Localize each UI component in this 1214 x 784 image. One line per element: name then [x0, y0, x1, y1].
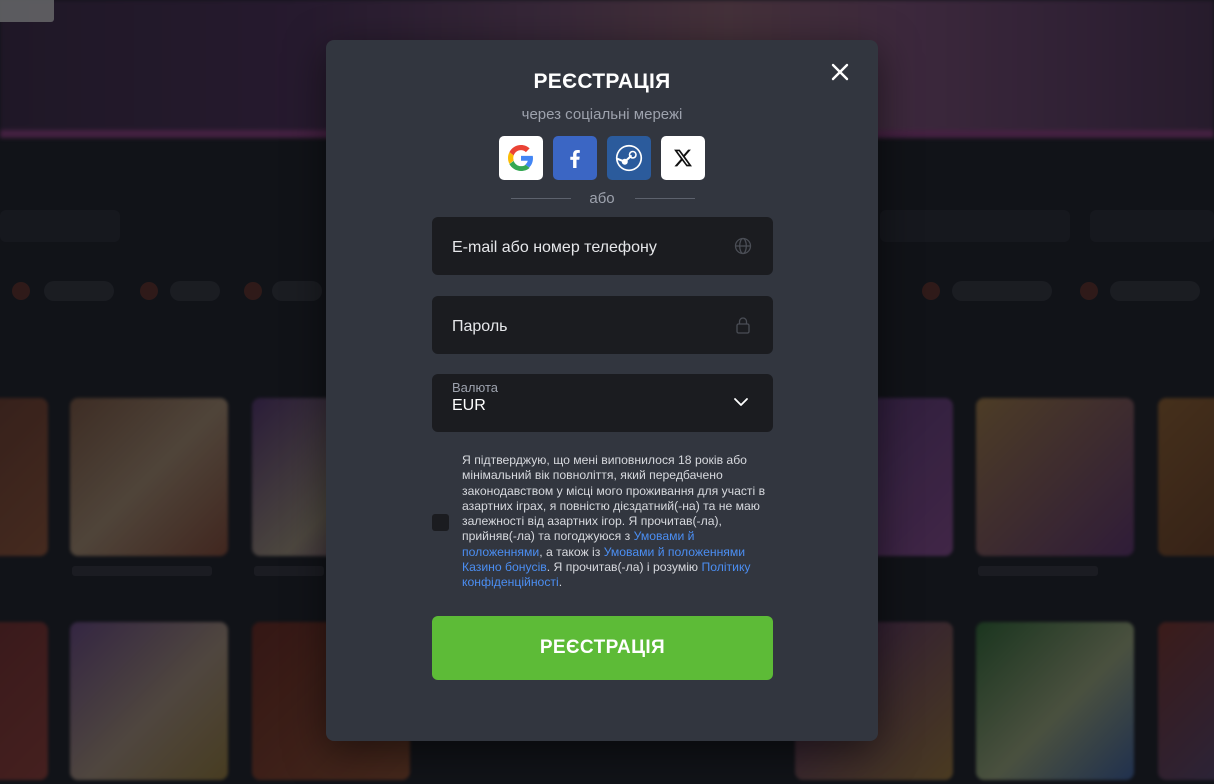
steam-login-button[interactable]: [607, 136, 651, 180]
email-placeholder: E-mail або номер телефону: [452, 239, 657, 256]
x-icon: [674, 149, 692, 167]
chevron-down-icon[interactable]: [733, 394, 749, 410]
google-login-button[interactable]: [499, 136, 543, 180]
steam-icon: [615, 144, 643, 172]
registration-modal: РЕЄСТРАЦІЯ через соціальні мережі або E-…: [326, 40, 878, 741]
or-divider: або: [326, 190, 878, 208]
globe-icon: [734, 237, 752, 255]
consent-text-part: Я підтверджую, що мені виповнилося 18 ро…: [462, 453, 766, 544]
social-subtitle: через соціальні мережі: [521, 106, 683, 123]
currency-value: EUR: [452, 397, 486, 414]
facebook-icon: [570, 150, 580, 168]
social-login-row: [499, 136, 705, 180]
password-placeholder: Пароль: [452, 318, 508, 335]
currency-select[interactable]: Валюта EUR: [432, 374, 773, 432]
age-consent: Я підтверджую, що мені виповнилося 18 ро…: [432, 453, 773, 591]
modal-title: РЕЄСТРАЦІЯ: [533, 70, 671, 93]
consent-text-part: , а також із: [539, 544, 604, 559]
register-button[interactable]: РЕЄСТРАЦІЯ: [432, 616, 773, 680]
facebook-login-button[interactable]: [553, 136, 597, 180]
divider-line-right: [635, 198, 695, 199]
or-text: або: [589, 190, 615, 207]
email-field[interactable]: E-mail або номер телефону: [432, 217, 773, 275]
x-login-button[interactable]: [661, 136, 705, 180]
consent-text-part: . Я прочитав(-ла) і розумію: [546, 560, 702, 575]
consent-text: Я підтверджую, що мені виповнилося 18 ро…: [462, 453, 772, 591]
consent-text-part: .: [558, 575, 563, 590]
consent-checkbox[interactable]: [432, 514, 449, 531]
password-field[interactable]: Пароль: [432, 296, 773, 354]
currency-label: Валюта: [452, 380, 498, 395]
google-icon: [508, 145, 533, 171]
lock-icon: [736, 317, 750, 334]
